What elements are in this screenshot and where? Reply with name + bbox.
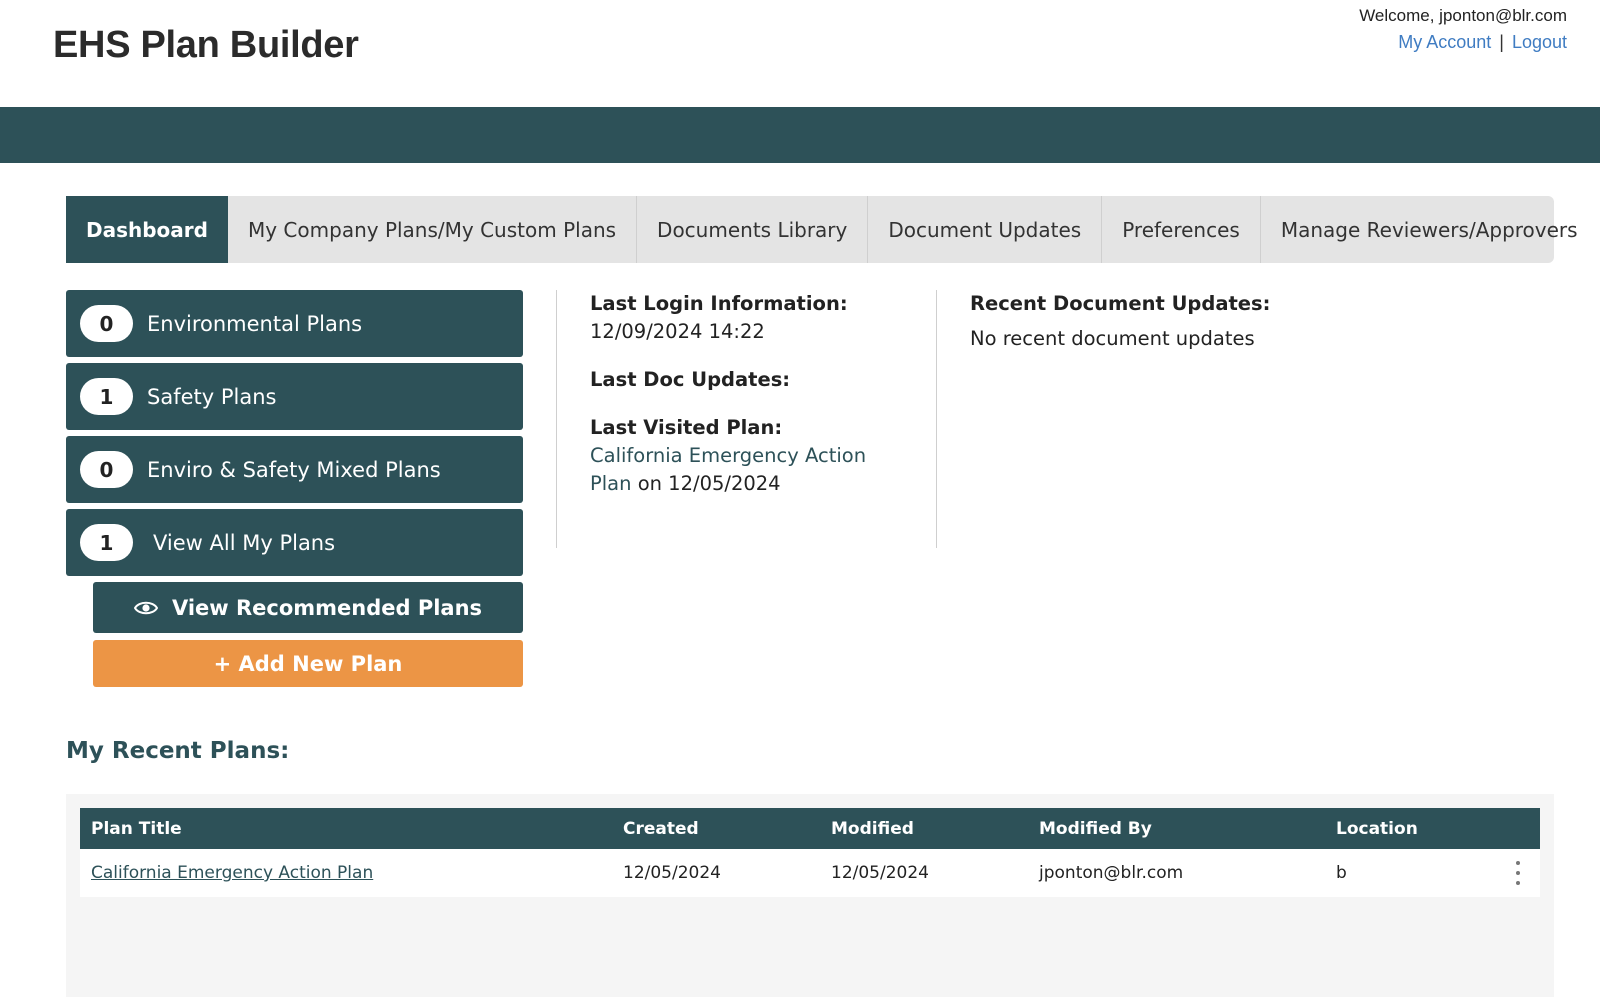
table-row: California Emergency Action Plan 12/05/2… xyxy=(80,849,1540,897)
last-visited-value: California Emergency Action Plan on 12/0… xyxy=(590,442,900,498)
view-recommended-plans-button[interactable]: View Recommended Plans xyxy=(93,582,523,633)
account-links: My Account | Logout xyxy=(1398,32,1567,53)
tab-my-company-plans[interactable]: My Company Plans/My Custom Plans xyxy=(228,196,638,263)
column-header-modified-by[interactable]: Modified By xyxy=(1039,808,1152,849)
recent-doc-updates-empty: No recent document updates xyxy=(970,327,1255,350)
add-new-plan-button[interactable]: + Add New Plan xyxy=(93,640,523,687)
last-login-value: 12/09/2024 14:22 xyxy=(590,320,765,343)
login-info-panel: Last Login Information: 12/09/2024 14:22… xyxy=(590,290,900,518)
eye-icon xyxy=(133,600,158,616)
my-account-link[interactable]: My Account xyxy=(1398,32,1491,52)
modified-by-cell: jponton@blr.com xyxy=(1039,863,1184,883)
tab-document-updates[interactable]: Document Updates xyxy=(868,196,1103,263)
table-header: Plan Title Created Modified Modified By … xyxy=(80,808,1540,849)
last-doc-updates-label: Last Doc Updates: xyxy=(590,368,791,391)
tab-manage-reviewers[interactable]: Manage Reviewers/Approvers xyxy=(1261,196,1598,263)
recent-doc-updates-label: Recent Document Updates: xyxy=(970,292,1271,315)
logout-link[interactable]: Logout xyxy=(1512,32,1567,52)
location-cell: b xyxy=(1336,863,1347,883)
modified-cell: 12/05/2024 xyxy=(831,863,929,883)
count-badge: 1 xyxy=(80,524,133,561)
column-header-location[interactable]: Location xyxy=(1336,808,1418,849)
welcome-text: Welcome, jponton@blr.com xyxy=(1359,6,1567,25)
tab-preferences[interactable]: Preferences xyxy=(1102,196,1261,263)
recent-doc-updates-panel: Recent Document Updates: No recent docum… xyxy=(970,290,1530,353)
plan-category-label: View All My Plans xyxy=(153,530,336,555)
plan-category-label: Enviro & Safety Mixed Plans xyxy=(147,457,441,482)
count-badge: 0 xyxy=(80,305,133,342)
column-header-created[interactable]: Created xyxy=(623,808,699,849)
environmental-plans-button[interactable]: 0 Environmental Plans xyxy=(66,290,523,357)
last-login-label: Last Login Information: xyxy=(590,292,848,315)
count-badge: 0 xyxy=(80,451,133,488)
link-separator: | xyxy=(1499,32,1504,52)
recent-plans-panel: Plan Title Created Modified Modified By … xyxy=(66,794,1554,997)
plan-title-link[interactable]: California Emergency Action Plan xyxy=(91,863,373,883)
header-banner xyxy=(0,107,1600,163)
more-options-icon[interactable] xyxy=(1510,861,1526,885)
last-visited-label: Last Visited Plan: xyxy=(590,416,783,439)
app-title: EHS Plan Builder xyxy=(53,24,359,66)
plan-title-cell: California Emergency Action Plan xyxy=(91,849,373,897)
last-visited-date: on 12/05/2024 xyxy=(631,472,781,495)
recent-plans-title: My Recent Plans: xyxy=(66,738,290,764)
plan-category-label: Environmental Plans xyxy=(147,311,363,336)
created-cell: 12/05/2024 xyxy=(623,863,721,883)
column-header-modified[interactable]: Modified xyxy=(831,808,914,849)
count-badge: 1 xyxy=(80,378,133,415)
recommended-label: View Recommended Plans xyxy=(171,595,483,620)
view-all-plans-button[interactable]: 1 View All My Plans xyxy=(66,509,523,576)
main-tabs: Dashboard My Company Plans/My Custom Pla… xyxy=(66,196,1578,263)
mixed-plans-button[interactable]: 0 Enviro & Safety Mixed Plans xyxy=(66,436,523,503)
column-divider xyxy=(936,290,937,548)
tab-documents-library[interactable]: Documents Library xyxy=(637,196,869,263)
column-divider xyxy=(556,290,557,548)
safety-plans-button[interactable]: 1 Safety Plans xyxy=(66,363,523,430)
plan-category-label: Safety Plans xyxy=(147,384,277,409)
column-header-plan-title[interactable]: Plan Title xyxy=(91,808,182,849)
tab-dashboard[interactable]: Dashboard xyxy=(66,196,228,263)
